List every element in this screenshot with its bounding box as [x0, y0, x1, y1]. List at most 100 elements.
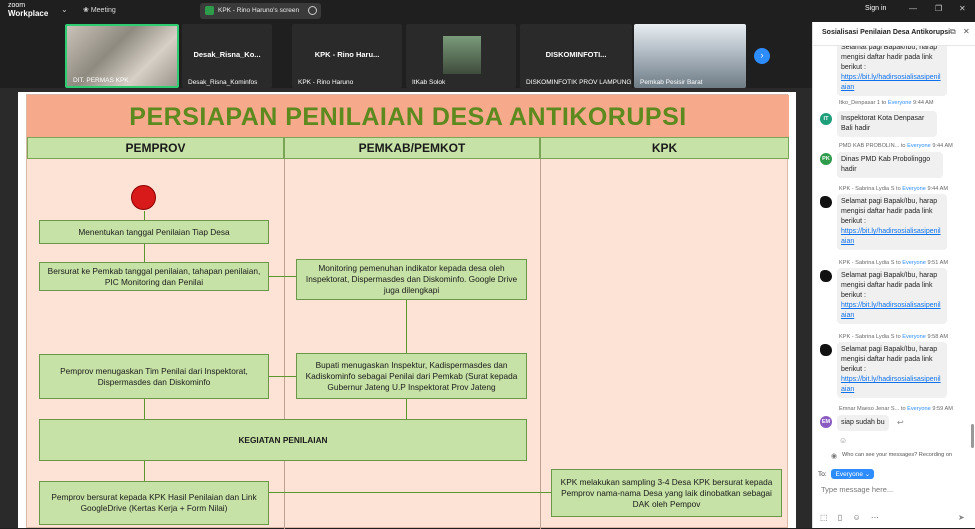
sign-in-button[interactable]: Sign in: [865, 5, 886, 12]
message-text: Selamat pagi Bapak/Ibu, harap mengisi da…: [841, 272, 938, 299]
start-node: [131, 185, 156, 210]
chat-tools: ⬚ ▯ ☺ ⋯: [820, 513, 879, 522]
flow-arrow: [144, 399, 145, 419]
recipient: Everyone: [907, 406, 931, 412]
recipient: Everyone: [902, 186, 926, 192]
to-word: to: [896, 334, 901, 340]
shared-screen-area: PERSIAPAN PENILAIAN DESA ANTIKORUPSI PEM…: [0, 88, 812, 529]
flow-arrow: [269, 492, 551, 493]
chat-title: Sosialisasi Penilaian Desa Antikorupsi: [822, 29, 951, 36]
timestamp: 9:59 AM: [932, 406, 953, 412]
recipient: Everyone: [902, 334, 926, 340]
file-icon[interactable]: ▯: [838, 513, 842, 522]
participant-tile[interactable]: ItKab Solok: [406, 24, 516, 88]
flow-arrow: [144, 244, 145, 262]
avatar: PK: [820, 153, 832, 165]
to-word: to: [900, 143, 906, 149]
participant-name: DISKOMINFOTIK PROV LAMPUNG: [526, 79, 632, 86]
more-icon[interactable]: ⋯: [871, 513, 879, 522]
flow-arrow: [144, 211, 145, 220]
participant-tile[interactable]: DIT. PERMAS KPK: [65, 24, 179, 88]
to-word: to: [896, 186, 901, 192]
popout-icon[interactable]: ⧉: [950, 27, 956, 37]
avatar: [820, 270, 832, 282]
sender-name: Emnar Maeso Jenar S...: [839, 406, 900, 412]
to-word: to: [900, 406, 906, 412]
meeting-menu[interactable]: ❀ Meeting: [83, 6, 116, 14]
participant-tile[interactable]: Pemkab Pesisir Barat: [634, 24, 746, 88]
flow-box: Pemprov bersurat kepada KPK Hasil Penila…: [39, 481, 269, 525]
participant-display-name: KPK - Rino Haru...: [314, 50, 380, 59]
chat-info-line[interactable]: ◉ Who can see your messages? Recording o…: [812, 452, 975, 460]
flow-arrow: [406, 300, 407, 354]
shared-screen-label: KPK - Rino Haruno's screen: [218, 7, 300, 14]
chat-scrollbar[interactable]: [971, 424, 974, 448]
flow-arrow: [269, 276, 296, 277]
brand-big-text: Workplace: [8, 9, 49, 18]
sender-name: KPK - Sabrina Lydia S: [839, 260, 895, 266]
participant-display-name: Desak_Risna_Ko...: [193, 50, 261, 59]
minimize-icon[interactable]: —: [909, 4, 917, 13]
eye-icon: ◉: [831, 453, 838, 460]
stop-share-icon[interactable]: [308, 6, 317, 15]
emoji-icon[interactable]: ☺: [852, 513, 860, 522]
participant-name: Pemkab Pesisir Barat: [640, 79, 703, 86]
message-link[interactable]: https://bit.ly/hadirsosialisasipenilaian: [841, 376, 941, 393]
message-meta: Emnar Maeso Jenar S... to Everyone 9:59 …: [839, 406, 953, 412]
chevron-down-icon[interactable]: ⌄: [61, 5, 68, 14]
maximize-icon[interactable]: ❐: [935, 4, 942, 13]
recipient: Everyone: [887, 100, 912, 106]
participant-tile[interactable]: DISKOMINFOTI... DISKOMINFOTIK PROV LAMPU…: [520, 24, 632, 88]
next-participants-button[interactable]: ›: [754, 48, 770, 64]
sender-name: PMD KAB PROBOLIN...: [839, 143, 900, 149]
slide: PERSIAPAN PENILAIAN DESA ANTIKORUPSI PEM…: [18, 92, 796, 529]
timestamp: 9:44 AM: [927, 186, 948, 192]
participant-display-name: DISKOMINFOTI...: [545, 50, 607, 59]
flow-box: Pemprov menugaskan Tim Penilai dari Insp…: [39, 354, 269, 399]
message-text: siap sudah bu: [837, 415, 889, 431]
send-icon[interactable]: ➤: [958, 513, 965, 522]
sender-name: Itko_Denpasar 1: [839, 100, 881, 106]
participant-name: KPK - Rino Haruno: [298, 79, 354, 86]
screenshot-icon[interactable]: ⬚: [820, 513, 828, 522]
timestamp: 9:58 AM: [927, 334, 948, 340]
flow-box: KEGIATAN PENILAIAN: [39, 419, 527, 461]
timestamp: 9:44 AM: [932, 143, 953, 149]
reaction-icon[interactable]: ☺: [839, 436, 847, 445]
flow-box: Menentukan tanggal Penilaian Tiap Desa: [39, 220, 269, 244]
close-icon[interactable]: ✕: [963, 27, 970, 36]
timestamp: 9:44 AM: [913, 100, 934, 106]
message-meta: KPK - Sabrina Lydia S to Everyone 9:51 A…: [839, 260, 948, 266]
reply-icon[interactable]: ↩: [897, 418, 904, 427]
message-link[interactable]: https://bit.ly/hadirsosialisasipenilaian: [841, 74, 941, 91]
close-window-icon[interactable]: ✕: [959, 4, 966, 13]
kpk-app-icon: [205, 6, 214, 15]
participant-tile[interactable]: Desak_Risna_Ko... Desak_Risna_Kominfos: [182, 24, 272, 88]
message-link[interactable]: https://bit.ly/hadirsosialisasipenilaian: [841, 302, 941, 319]
meeting-label: Meeting: [90, 7, 116, 14]
participant-name: Desak_Risna_Kominfos: [188, 79, 258, 86]
message-input[interactable]: Type message here...: [821, 485, 893, 494]
title-bar: zoom Workplace ⌄ ❀ Meeting KPK - Rino Ha…: [0, 0, 975, 22]
to-label: To:: [818, 471, 827, 478]
column-divider: [284, 159, 285, 529]
message-meta: Itko_Denpasar 1 to Everyone 9:44 AM: [839, 100, 934, 106]
message-text: Selamat pagi Bapak/Ibu, harap mengisi da…: [841, 198, 938, 225]
recipient-value: Everyone: [835, 471, 863, 478]
chat-header: Sosialisasi Penilaian Desa Antikorupsi ⧉…: [813, 22, 975, 46]
message-text: Selamat pagi Bapak/Ibu, harap mengisi da…: [841, 46, 938, 71]
zoom-logo: zoom Workplace: [8, 2, 48, 19]
participant-strip: DIT. PERMAS KPK Desak_Risna_Ko... Desak_…: [0, 22, 812, 88]
message-meta: PMD KAB PROBOLIN... to Everyone 9:44 AM: [839, 143, 953, 149]
shared-screen-tab[interactable]: KPK - Rino Haruno's screen: [200, 3, 321, 19]
column-header-kpk: KPK: [540, 137, 789, 159]
avatar: IT: [820, 113, 832, 125]
recipient-dropdown[interactable]: Everyone ⌄: [831, 469, 875, 479]
message-text: Inspektorat Kota Denpasar Bali hadir: [837, 111, 937, 137]
message-bubble: Selamat pagi Bapak/Ibu, harap mengisi da…: [837, 194, 947, 250]
message-link[interactable]: https://bit.ly/hadirsosialisasipenilaian: [841, 228, 941, 245]
to-word: to: [881, 100, 887, 106]
participant-tile[interactable]: KPK - Rino Haru... KPK - Rino Haruno: [292, 24, 402, 88]
column-header-pemprov: PEMPROV: [27, 137, 284, 159]
message-meta: KPK - Sabrina Lydia S to Everyone 9:58 A…: [839, 334, 948, 340]
